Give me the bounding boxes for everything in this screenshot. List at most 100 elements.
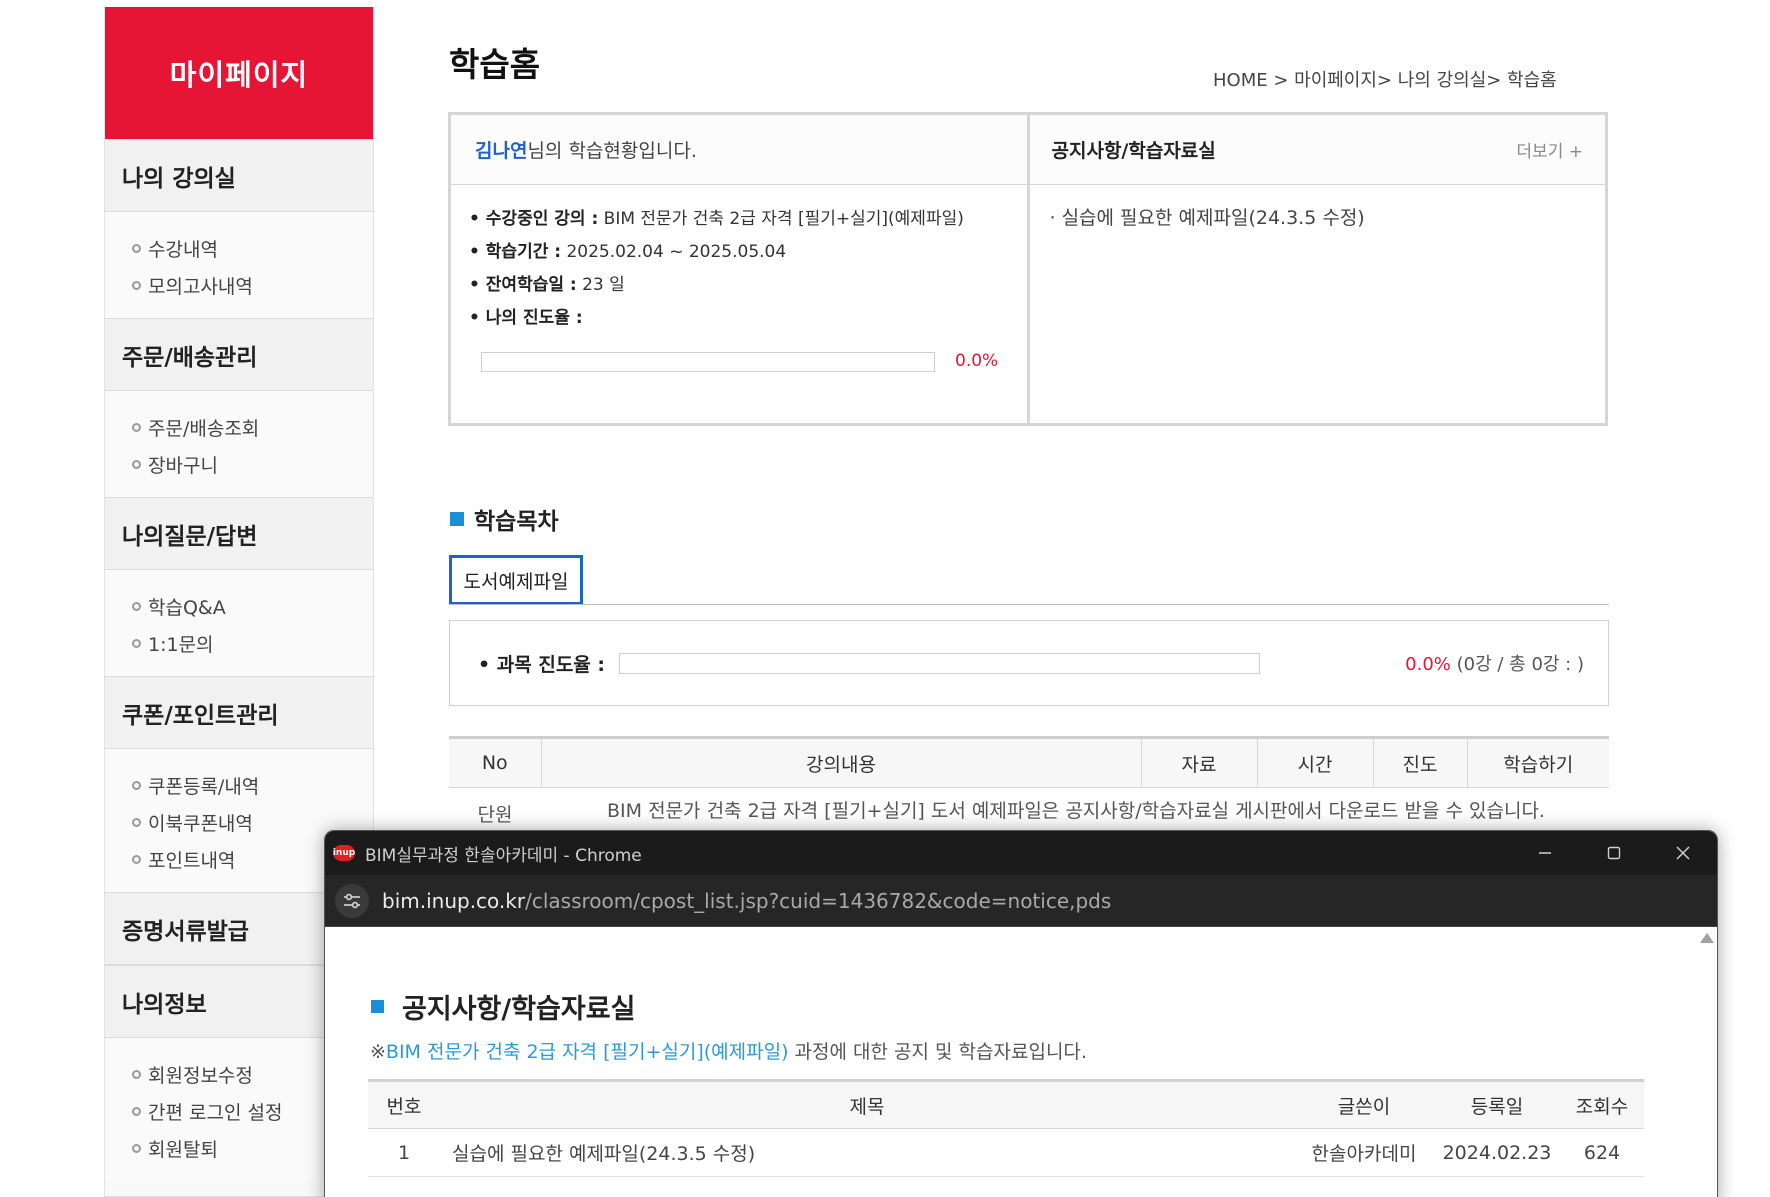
popup-content: 공지사항/학습자료실 ※BIM 전문가 건축 2급 자격 [필기+실기](예제파… (325, 927, 1717, 1197)
remaining-days: • 잔여학습일 : 23 일 (469, 269, 1009, 302)
maximize-icon (1607, 846, 1620, 860)
toc-heading: 학습목차 (450, 502, 559, 536)
current-course: • 수강중인 강의 : BIM 전문가 건축 2급 자격 [필기+실기](예제파… (469, 203, 1009, 236)
sidebar-group-coupons[interactable]: 쿠폰/포인트관리 (105, 676, 373, 749)
inup-app-icon: inup (333, 845, 355, 861)
more-link[interactable]: 더보기 + (1516, 137, 1583, 162)
sidebar-item-order-lookup[interactable]: 주문/배송조회 (105, 409, 373, 446)
sidebar-item-coupon-register[interactable]: 쿠폰등록/내역 (105, 767, 373, 804)
subject-progress-percent: 0.0% (1405, 654, 1451, 675)
sidebar-item-mock-exam[interactable]: 모의고사내역 (105, 267, 373, 304)
subject-progress-bar (619, 652, 1260, 674)
sidebar-item-label: 회원정보수정 (148, 1065, 253, 1087)
notice-list: · 실습에 필요한 예제파일(24.3.5 수정) (1030, 185, 1606, 248)
bullet-icon (132, 460, 141, 469)
notice-title: 공지사항/학습자료실 (1051, 140, 1216, 162)
my-progress-label: • 나의 진도율 : (469, 308, 583, 328)
url-field[interactable]: bim.inup.co.kr/classroom/cpost_list.jsp?… (382, 889, 1111, 913)
sidebar-item-label: 포인트내역 (148, 850, 236, 872)
column-header: 강의내용 (540, 736, 1141, 788)
column-header: 조회수 (1560, 1079, 1644, 1129)
sidebar-item-inquiry[interactable]: 1:1문의 (105, 625, 373, 662)
window-controls (1510, 831, 1717, 875)
minimize-button[interactable] (1510, 831, 1579, 875)
sidebar-item-study-qna[interactable]: 학습Q&A (105, 588, 373, 625)
progress-bar (481, 351, 935, 372)
row-no: 단원 (477, 804, 513, 826)
close-icon (1675, 846, 1690, 860)
sidebar-item-enrollment[interactable]: 수강내역 (105, 230, 373, 267)
sidebar-group-items: 수강내역 모의고사내역 (105, 212, 373, 318)
bullet-icon (132, 639, 141, 648)
url-host: bim.inup.co.kr (382, 888, 526, 913)
remaining-days-label: • 잔여학습일 : (469, 275, 577, 295)
site-info-button[interactable] (335, 883, 369, 918)
sidebar-header[interactable]: 마이페이지 (105, 7, 373, 139)
current-course-label: • 수강중인 강의 : (469, 209, 599, 229)
lecture-table-header: No 강의내용 자료 시간 진도 학습하기 (449, 736, 1609, 788)
desc-prefix: ※ (370, 1041, 386, 1063)
sidebar-item-label: 1:1문의 (148, 634, 214, 656)
notice-column: 공지사항/학습자료실 더보기 + · 실습에 필요한 예제파일(24.3.5 수… (1026, 115, 1606, 423)
sidebar-item-label: 학습Q&A (148, 597, 226, 619)
sidebar-item-label: 장바구니 (148, 455, 218, 477)
popup-description: ※BIM 전문가 건축 2급 자격 [필기+실기](예제파일) 과정에 대한 공… (370, 1037, 1087, 1064)
notice-table: 번호 제목 글쓴이 등록일 조회수 1 실습에 필요한 예제파일(24.3.5 … (368, 1079, 1644, 1177)
status-body: • 수강중인 강의 : BIM 전문가 건축 2급 자격 [필기+실기](예제파… (451, 185, 1027, 378)
my-status-column: 김나연 님의 학습현황입니다. • 수강중인 강의 : BIM 전문가 건축 2급… (451, 115, 1027, 423)
sidebar-item-label: 수강내역 (148, 239, 218, 261)
bullet-icon (132, 602, 141, 611)
tab-example-files[interactable]: 도서예제파일 (449, 555, 583, 605)
remaining-days-value: 23 일 (582, 275, 625, 295)
progress-row: 0.0% (469, 345, 1009, 378)
learning-status-panel: 김나연 님의 학습현황입니다. • 수강중인 강의 : BIM 전문가 건축 2급… (448, 112, 1608, 426)
tab-divider (449, 604, 1609, 605)
my-progress: • 나의 진도율 : (469, 302, 1009, 335)
sidebar-item-label: 회원탈퇴 (148, 1139, 218, 1161)
table-row[interactable]: 1 실습에 필요한 예제파일(24.3.5 수정) 한솔아카데미 2024.02… (368, 1128, 1644, 1177)
desc-suffix: 과정에 대한 공지 및 학습자료입니다. (788, 1041, 1087, 1063)
sidebar-group-qna[interactable]: 나의질문/답변 (105, 497, 373, 570)
subject-progress-count: (0강 / 총 0강 : ) (1456, 654, 1584, 675)
study-period-value: 2025.02.04 ~ 2025.05.04 (566, 242, 787, 262)
row-date: 2024.02.23 (1434, 1128, 1560, 1177)
maximize-button[interactable] (1579, 831, 1648, 875)
breadcrumb: HOME > 마이페이지> 나의 강의실> 학습홈 (1213, 70, 1557, 91)
sidebar-group-classroom[interactable]: 나의 강의실 (105, 139, 373, 212)
column-header: 등록일 (1434, 1079, 1560, 1129)
bullet-icon (132, 1070, 141, 1079)
square-bullet-icon (450, 512, 464, 526)
square-bullet-icon (371, 1000, 384, 1013)
notice-item[interactable]: · 실습에 필요한 예제파일(24.3.5 수정) (1050, 203, 1586, 230)
notice-table-header: 번호 제목 글쓴이 등록일 조회수 (368, 1079, 1644, 1129)
bullet-icon (132, 855, 141, 864)
column-header: No (449, 736, 541, 788)
status-header-suffix: 님의 학습현황입니다. (527, 140, 697, 162)
user-name: 김나연 (475, 140, 528, 162)
study-period-label: • 학습기간 : (469, 242, 562, 262)
bullet-icon (132, 281, 141, 290)
sidebar-item-label: 간편 로그인 설정 (148, 1102, 283, 1124)
close-button[interactable] (1648, 831, 1717, 875)
sidebar-item-cart[interactable]: 장바구니 (105, 446, 373, 483)
bullet-icon (132, 1107, 141, 1116)
scroll-up-arrow-icon[interactable] (1700, 933, 1714, 943)
status-header: 김나연 님의 학습현황입니다. (451, 115, 1027, 185)
sidebar-group-items: 학습Q&A 1:1문의 (105, 570, 373, 676)
lecture-table: No 강의내용 자료 시간 진도 학습하기 단원 BIM 전문가 건축 2급 자… (449, 736, 1609, 827)
notice-header: 공지사항/학습자료실 더보기 + (1029, 115, 1605, 185)
column-header: 번호 (368, 1079, 440, 1129)
subject-progress-summary: 0.0% (0강 / 총 0강 : ) (1405, 650, 1584, 676)
subject-progress-label: • 과목 진도율 : (478, 653, 605, 676)
column-header: 시간 (1256, 736, 1373, 788)
sidebar-item-label: 주문/배송조회 (148, 418, 260, 440)
sidebar-group-items: 주문/배송조회 장바구니 (105, 391, 373, 497)
row-views: 624 (1560, 1128, 1644, 1177)
column-header: 자료 (1140, 736, 1257, 788)
current-course-value: BIM 전문가 건축 2급 자격 [필기+실기](예제파일) (603, 209, 964, 229)
sidebar-group-orders[interactable]: 주문/배송관리 (105, 318, 373, 391)
bullet-icon (132, 781, 141, 790)
row-title[interactable]: 실습에 필요한 예제파일(24.3.5 수정) (440, 1128, 1294, 1177)
sidebar-item-label: 이북쿠폰내역 (148, 813, 253, 835)
bullet-icon (132, 1144, 141, 1153)
